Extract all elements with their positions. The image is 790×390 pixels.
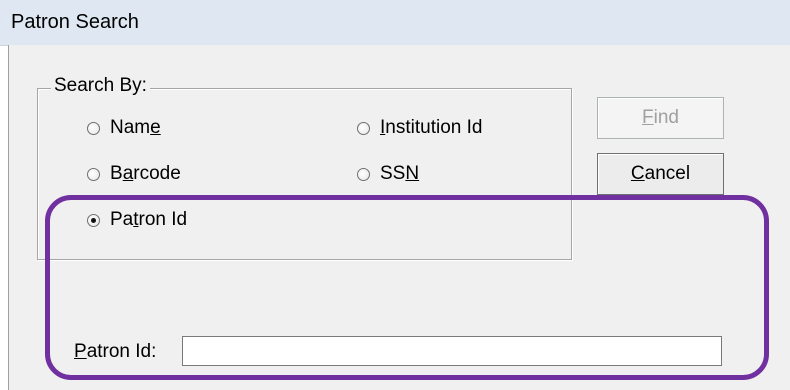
radio-institution-id[interactable]: Institution Id <box>357 117 482 139</box>
cancel-button[interactable]: Cancel <box>597 153 724 195</box>
radio-ssn-label: SSN <box>380 163 420 184</box>
radio-selected-dot-icon <box>91 217 96 223</box>
radio-barcode[interactable]: Barcode <box>87 163 181 185</box>
radio-circle-icon <box>357 167 370 181</box>
radio-circle-icon <box>87 213 100 227</box>
radio-ssn[interactable]: SSN <box>357 163 419 185</box>
window-title: Patron Search <box>11 11 139 33</box>
title-bar: Patron Search <box>0 0 790 46</box>
radio-circle-icon <box>357 121 370 135</box>
radio-circle-icon <box>87 121 100 135</box>
search-by-legend: Search By: <box>51 75 150 97</box>
radio-barcode-label: Barcode <box>110 163 181 184</box>
patron-id-field-label: Patron Id: <box>74 341 157 362</box>
find-button[interactable]: Find <box>597 97 724 139</box>
radio-institution-id-label: Institution Id <box>380 117 483 138</box>
patron-id-input[interactable] <box>182 336 722 366</box>
radio-patron-id-label: Patron Id <box>110 209 188 230</box>
radio-patron-id[interactable]: Patron Id <box>87 209 187 231</box>
radio-name-label: Name <box>110 117 161 138</box>
radio-name[interactable]: Name <box>87 117 161 139</box>
radio-circle-icon <box>87 167 100 181</box>
